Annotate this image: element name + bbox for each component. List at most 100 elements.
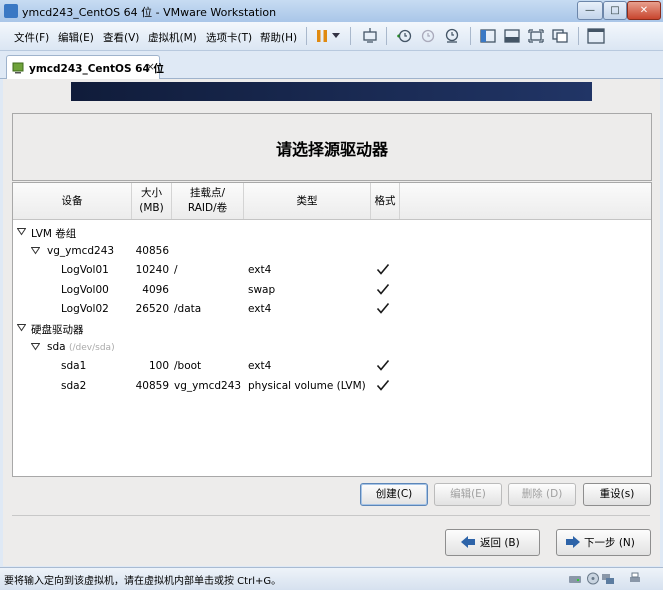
status-bar: 要将输入定向到该虚拟机，请在虚拟机内部单击或按 Ctrl+G。	[0, 567, 663, 590]
next-button[interactable]: 下一步 (N)	[556, 529, 651, 556]
format-check-icon[interactable]	[376, 358, 390, 372]
device-mount: /boot	[174, 360, 202, 373]
format-check-icon[interactable]	[376, 282, 390, 296]
device-mount: vg_ymcd243	[174, 379, 242, 392]
expander-triangle-icon[interactable]	[31, 342, 40, 351]
create-button[interactable]: 创建(C)	[360, 483, 428, 506]
page-title: 请选择源驱动器	[275, 140, 388, 159]
snapshot-icon[interactable]	[394, 26, 414, 46]
printer-icon[interactable]	[628, 572, 642, 585]
expander-triangle-icon[interactable]	[17, 227, 26, 236]
arrow-right-icon	[566, 536, 580, 548]
maximize-button[interactable]: □	[603, 1, 627, 20]
table-row[interactable]: sda1 100/boot ext4	[13, 357, 651, 376]
tab-vm[interactable]: ymcd243_CentOS 64 位 ×	[6, 55, 164, 79]
snapshot-manager-icon[interactable]	[442, 26, 462, 46]
table-row[interactable]: sda2 40859 vg_ymcd243 physical volume (LVM)	[13, 377, 651, 396]
menubar: 文件(F) 编辑(E) 查看(V) 虚拟机(M) 选项卡(T) 帮助(H)	[0, 22, 663, 51]
device-name: sda	[47, 341, 66, 354]
sidebar-icon[interactable]	[478, 26, 498, 46]
reset-button[interactable]: 重设(s)	[583, 483, 651, 506]
toolbar-separator	[350, 27, 351, 45]
installer-banner	[71, 82, 592, 101]
device-type: ext4	[248, 360, 272, 373]
col-type-label: 类型	[296, 194, 318, 207]
next-label: 下一步 (N)	[584, 537, 635, 549]
dropdown-icon[interactable]	[330, 26, 342, 46]
menu-view[interactable]: 查看(V)	[103, 30, 139, 45]
format-check-icon[interactable]	[376, 301, 390, 315]
device-mount: /data	[174, 302, 202, 315]
arrow-left-icon	[461, 536, 475, 548]
tab-label: ymcd243_CentOS 64 位	[29, 63, 164, 75]
send-keys-icon[interactable]	[360, 26, 380, 46]
table-row[interactable]: LogVol02 26520/data ext4	[13, 300, 651, 319]
installer-header: 请选择源驱动器	[12, 113, 652, 181]
device-name: LogVol00	[61, 283, 109, 296]
col-mount-label-1: 挂载点/	[189, 187, 226, 199]
minimize-button[interactable]: —	[577, 1, 603, 20]
thumbnail-icon[interactable]	[502, 26, 522, 46]
toolbar-separator	[578, 27, 579, 45]
device-name: sda1	[61, 360, 87, 373]
device-size: 10240	[135, 264, 169, 277]
table-row[interactable]: sda (/dev/sda)	[13, 338, 651, 357]
device-mount: /	[174, 264, 178, 277]
table-row[interactable]: LogVol00 4096 swap	[13, 281, 651, 300]
pause-icon[interactable]	[312, 26, 332, 46]
device-table[interactable]: 设备 大小 (MB) 挂载点/ RAID/卷 类型 格式 LVM 卷组 vg_ym…	[12, 182, 652, 477]
format-check-icon[interactable]	[376, 378, 390, 392]
device-size: 26520	[135, 302, 169, 315]
menu-file[interactable]: 文件(F)	[14, 30, 49, 45]
hard-disk-icon[interactable]	[568, 572, 582, 585]
format-check-icon[interactable]	[376, 262, 390, 276]
table-row[interactable]: vg_ymcd243 40856	[13, 242, 651, 261]
expander-triangle-icon[interactable]	[17, 323, 26, 332]
col-device-header[interactable]: 设备	[13, 183, 132, 219]
toolbar-separator	[306, 27, 307, 45]
cd-drive-icon[interactable]	[586, 572, 600, 585]
tab-close-icon[interactable]: ×	[146, 60, 155, 73]
device-type: ext4	[248, 302, 272, 315]
menu-tabs[interactable]: 选项卡(T)	[206, 30, 252, 45]
col-format-header[interactable]: 格式	[371, 183, 400, 219]
device-name: 硬盘驱动器	[31, 324, 84, 336]
device-name: LogVol02	[61, 302, 109, 315]
vm-console[interactable]: 请选择源驱动器 设备 大小 (MB) 挂载点/ RAID/卷 类型 格式 LVM…	[3, 79, 660, 566]
col-format-label: 格式	[374, 194, 396, 207]
status-message: 要将输入定向到该虚拟机，请在虚拟机内部单击或按 Ctrl+G。	[4, 576, 282, 587]
delete-button[interactable]: 删除 (D)	[508, 483, 576, 506]
toolbar-separator	[386, 27, 387, 45]
close-button[interactable]: ✕	[627, 1, 661, 20]
tab-bar: ymcd243_CentOS 64 位 ×	[0, 51, 663, 79]
device-size: 100	[148, 360, 169, 373]
device-type: physical volume (LVM)	[248, 379, 366, 392]
expander-triangle-icon[interactable]	[31, 246, 40, 255]
device-size: 40859	[135, 379, 169, 392]
network-icon[interactable]	[601, 572, 615, 585]
col-mount-header[interactable]: 挂载点/ RAID/卷	[172, 183, 244, 219]
device-size: 4096	[142, 283, 169, 296]
toolbar-separator	[470, 27, 471, 45]
col-size-label-1: 大小	[141, 187, 162, 199]
revert-snapshot-icon[interactable]	[418, 26, 438, 46]
fullscreen-icon[interactable]	[526, 26, 546, 46]
device-path-hint: (/dev/sda)	[69, 343, 115, 354]
col-size-header[interactable]: 大小 (MB)	[132, 183, 172, 219]
col-type-header[interactable]: 类型	[244, 183, 371, 219]
menu-edit[interactable]: 编辑(E)	[58, 30, 94, 45]
table-row[interactable]: LogVol01 10240 / ext4	[13, 261, 651, 280]
back-label: 返回 (B)	[480, 537, 520, 549]
device-size: 40856	[135, 245, 169, 258]
menu-help[interactable]: 帮助(H)	[260, 30, 297, 45]
device-name: LVM 卷组	[31, 228, 77, 240]
vmware-app-icon	[4, 4, 18, 18]
col-device-label: 设备	[61, 194, 83, 207]
unity-icon[interactable]	[550, 26, 570, 46]
edit-button[interactable]: 编辑(E)	[434, 483, 502, 506]
console-view-icon[interactable]	[586, 26, 606, 46]
table-row[interactable]: 硬盘驱动器	[13, 319, 651, 338]
menu-vm[interactable]: 虚拟机(M)	[148, 30, 197, 45]
table-row[interactable]: LVM 卷组	[13, 223, 651, 242]
back-button[interactable]: 返回 (B)	[445, 529, 540, 556]
